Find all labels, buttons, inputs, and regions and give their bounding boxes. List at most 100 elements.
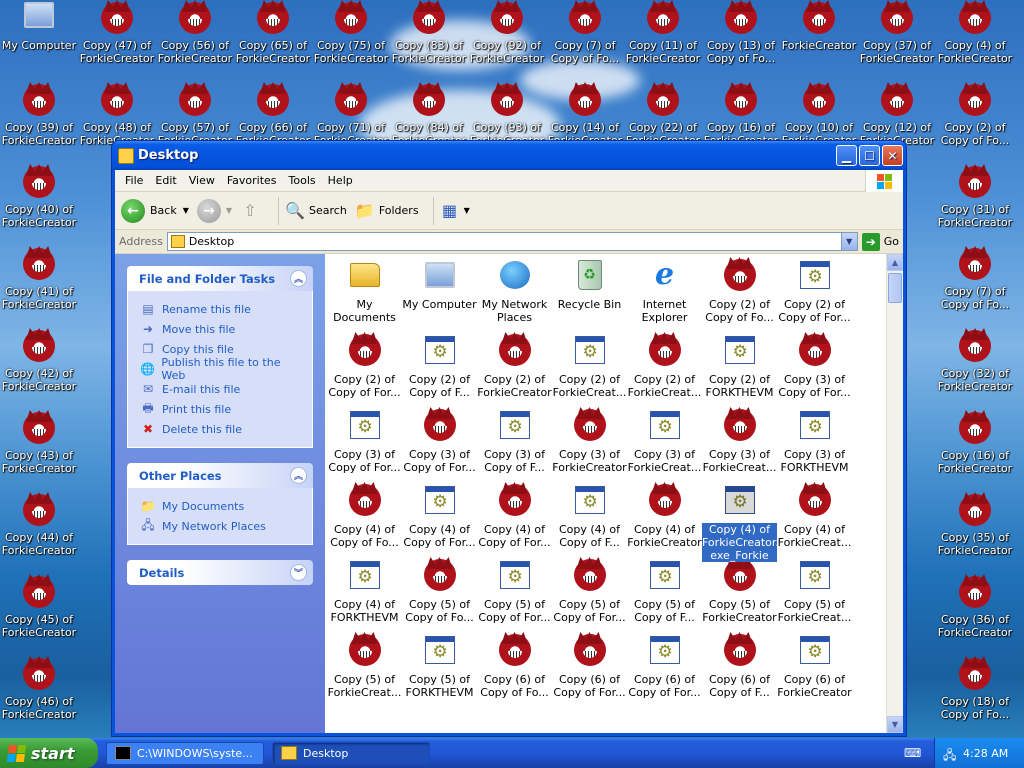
desktop-icon[interactable]: Copy (84) ofForkieCreator <box>390 84 468 147</box>
file-item[interactable]: Copy (4) ofForkieCreator.exe_Forkie <box>702 483 779 562</box>
file-item[interactable]: Copy (6) ofCopy of For... <box>627 633 702 699</box>
desktop-icon[interactable]: Copy (16) ofForkieCreator <box>936 412 1014 475</box>
task-link[interactable]: ✖ Delete this file <box>140 419 302 439</box>
file-item[interactable]: Copy (2) ofForkieCreat... <box>552 333 627 399</box>
file-item[interactable]: Copy (2) ofFORKTHEVM <box>702 333 777 399</box>
desktop-icon[interactable]: Copy (16) ofForkieCreator <box>702 84 780 147</box>
close-button[interactable]: ✕ <box>882 145 903 166</box>
file-item[interactable]: Copy (5) ofCopy of F... <box>627 558 702 624</box>
file-item[interactable]: My Computer <box>402 258 477 311</box>
task-link[interactable]: 🖶 Print this file <box>140 399 302 419</box>
file-item[interactable]: Copy (5) ofCopy of For... <box>552 558 627 624</box>
desktop-icon[interactable]: Copy (10) ofForkieCreator <box>780 84 858 147</box>
desktop-icon[interactable]: Copy (83) of ForkieCreator <box>390 2 468 65</box>
file-item[interactable]: e Internet Explorer <box>627 258 702 325</box>
desktop-icon[interactable]: My Computer <box>0 2 78 52</box>
file-item[interactable]: Copy (3) of ForkieCreator <box>552 408 627 474</box>
desktop-icon[interactable]: Copy (47) of ForkieCreator <box>78 2 156 65</box>
menu-tools[interactable]: Tools <box>283 174 322 187</box>
task-link[interactable]: 📁 My Documents <box>140 496 302 516</box>
up-button[interactable]: ⇧ <box>240 201 264 221</box>
file-item[interactable]: Copy (2) ofCopy of For... <box>777 258 852 324</box>
file-item[interactable]: Copy (6) ofCopy of For... <box>552 633 627 699</box>
file-item[interactable]: Copy (5) of Copy of Fo... <box>402 558 477 624</box>
file-item[interactable]: Copy (5) ofFORKTHEVM <box>402 633 477 699</box>
task-link[interactable]: 🌐 Publish this file to the Web <box>140 356 302 382</box>
task-link[interactable]: 🖧 My Network Places <box>140 516 302 536</box>
file-item[interactable]: Copy (6) ofForkieCreator <box>777 633 852 699</box>
start-button[interactable]: start <box>0 738 98 768</box>
desktop-icon[interactable]: Copy (32) of ForkieCreator <box>936 330 1014 393</box>
desktop-icon[interactable]: Copy (66) ofForkieCreator <box>234 84 312 147</box>
desktop-icon[interactable]: Copy (46) of ForkieCreator <box>0 658 78 721</box>
desktop-icon[interactable]: Copy (41) of ForkieCreator <box>0 248 78 311</box>
file-item[interactable]: Copy (4) of ForkieCreator <box>627 483 702 549</box>
file-item[interactable]: Copy (6) of Copy of F... <box>702 633 777 699</box>
back-button[interactable]: ← Back ▼ <box>121 198 189 223</box>
file-item[interactable]: Copy (4) ofCopy of For... <box>477 483 552 549</box>
desktop-icon[interactable]: Copy (7) of Copy of Fo... <box>936 248 1014 311</box>
desktop-icon[interactable]: Copy (12) ofForkieCreator <box>858 84 936 147</box>
file-item[interactable]: Copy (2) ofCopy of F... <box>402 333 477 399</box>
file-item[interactable]: ♻ Recycle Bin <box>552 258 627 311</box>
scroll-thumb[interactable] <box>888 273 902 303</box>
desktop-icon[interactable]: Copy (40) of ForkieCreator <box>0 166 78 229</box>
desktop-icon[interactable]: Copy (93) ofForkieCreator <box>468 84 546 147</box>
task-link[interactable]: ✉ E-mail this file <box>140 379 302 399</box>
file-item[interactable]: Copy (4) of ForkieCreat... <box>777 483 852 549</box>
vertical-scrollbar[interactable]: ▲ ▼ <box>886 254 903 733</box>
scroll-down-icon[interactable]: ▼ <box>887 716 903 733</box>
desktop-icon[interactable]: ForkieCreator <box>780 2 858 52</box>
collapse-chevron-icon[interactable]: ︽ <box>290 270 307 287</box>
file-item[interactable]: Copy (4) ofFORKTHEVM <box>327 558 402 624</box>
file-item[interactable]: Copy (2) of ForkieCreator <box>477 333 552 399</box>
desktop-icon[interactable]: Copy (48) ofForkieCreator <box>78 84 156 147</box>
task-link[interactable]: ➜ Move this file <box>140 319 302 339</box>
file-item[interactable]: Copy (4) of Copy of Fo... <box>327 483 402 549</box>
collapse-chevron-icon[interactable]: ︽ <box>290 467 307 484</box>
network-status-icon[interactable]: 🖧 <box>943 746 957 762</box>
file-item[interactable]: My Network Places <box>477 258 552 324</box>
search-button[interactable]: 🔍 Search <box>285 201 347 221</box>
desktop-icon[interactable]: Copy (13) of Copy of Fo... <box>702 2 780 65</box>
desktop-icon[interactable]: Copy (36) of ForkieCreator <box>936 576 1014 639</box>
file-item[interactable]: Copy (3) ofFORKTHEVM <box>777 408 852 474</box>
desktop-icon[interactable]: Copy (4) of ForkieCreator <box>936 2 1014 65</box>
file-item[interactable]: Copy (2) of Copy of Fo... <box>702 258 777 324</box>
menu-help[interactable]: Help <box>322 174 359 187</box>
desktop-icon[interactable]: Copy (45) of ForkieCreator <box>0 576 78 639</box>
views-button[interactable]: ▦ ▼ <box>440 201 470 221</box>
go-button[interactable]: ➔ Go <box>861 232 899 251</box>
desktop-icon[interactable]: Copy (2) of Copy of Fo... <box>936 84 1014 147</box>
desktop-icon[interactable]: Copy (37) of ForkieCreator <box>858 2 936 65</box>
dropdown-arrow-icon[interactable]: ▼ <box>183 206 189 215</box>
other-places-header[interactable]: Other Places ︽ <box>127 463 313 488</box>
file-item[interactable]: Copy (4) ofCopy of For... <box>402 483 477 549</box>
file-item[interactable]: Copy (3) ofCopy of For... <box>777 333 852 399</box>
desktop-icon[interactable]: Copy (56) of ForkieCreator <box>156 2 234 65</box>
file-item[interactable]: Copy (3) ofForkieCreat... <box>702 408 777 474</box>
address-dropdown-icon[interactable]: ▼ <box>840 233 857 250</box>
desktop-icon[interactable]: Copy (7) of Copy of Fo... <box>546 2 624 65</box>
dropdown-arrow-icon[interactable]: ▼ <box>226 206 232 215</box>
maximize-button[interactable]: ☐ <box>859 145 880 166</box>
desktop-icon[interactable]: Copy (31) of ForkieCreator <box>936 166 1014 229</box>
desktop-icon[interactable]: Copy (65) of ForkieCreator <box>234 2 312 65</box>
desktop-icon[interactable]: Copy (92) of ForkieCreator <box>468 2 546 65</box>
details-header[interactable]: Details ︾ <box>127 560 313 585</box>
file-item[interactable]: Copy (2) ofCopy of For... <box>327 333 402 399</box>
keyboard-icon[interactable]: ⌨ <box>904 746 921 760</box>
file-folder-tasks-header[interactable]: File and Folder Tasks ︽ <box>127 266 313 291</box>
desktop-icon[interactable]: Copy (35) of ForkieCreator <box>936 494 1014 557</box>
file-item[interactable]: Copy (6) of Copy of Fo... <box>477 633 552 699</box>
menu-edit[interactable]: Edit <box>149 174 182 187</box>
scroll-up-icon[interactable]: ▲ <box>887 254 903 271</box>
menu-favorites[interactable]: Favorites <box>221 174 283 187</box>
file-item[interactable]: My Documents <box>327 258 402 324</box>
desktop-icon[interactable]: Copy (11) of ForkieCreator <box>624 2 702 65</box>
clock[interactable]: 4:28 AM <box>963 747 1008 760</box>
desktop-icon[interactable]: Copy (18) of Copy of Fo... <box>936 658 1014 721</box>
address-input[interactable]: Desktop ▼ <box>166 232 858 251</box>
taskbar-item-cmd[interactable]: C:\WINDOWS\syste... <box>106 741 264 765</box>
desktop-icon[interactable]: Copy (44) of ForkieCreator <box>0 494 78 557</box>
